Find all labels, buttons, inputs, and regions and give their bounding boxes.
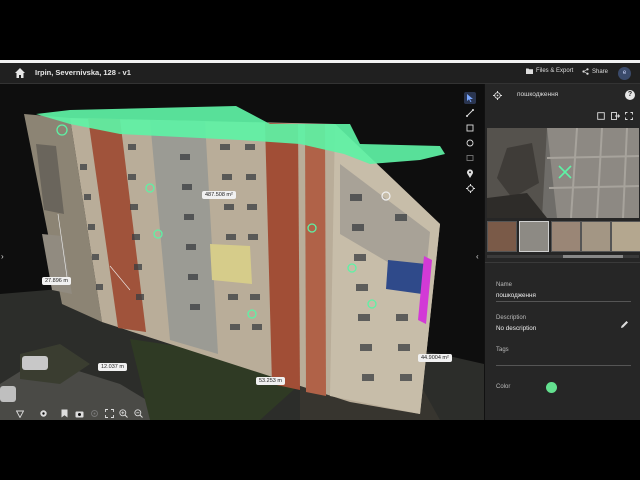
area-measurement-label[interactable]: 487.508 m²: [202, 191, 236, 199]
fit-extent-icon: [104, 409, 114, 418]
export-icon[interactable]: [611, 112, 620, 120]
user-avatar[interactable]: e: [618, 67, 631, 80]
pin-tool-button[interactable]: [464, 167, 476, 179]
thumbnail-scrollbar[interactable]: [487, 255, 639, 258]
edit-pencil-icon[interactable]: [620, 320, 629, 329]
zoom-out-icon: [133, 409, 143, 418]
name-field[interactable]: пошкодження: [496, 292, 536, 299]
camera-icon: [75, 411, 83, 417]
name-underline: [496, 301, 631, 302]
expand-icon[interactable]: [625, 112, 633, 120]
circle-icon: [466, 139, 474, 147]
volume-tool-button[interactable]: [464, 152, 476, 164]
files-export-label: Files & Export: [536, 68, 574, 74]
color-label: Color: [496, 384, 511, 390]
photo-thumbnail[interactable]: [551, 221, 581, 252]
chevron-left-icon[interactable]: ›: [1, 252, 4, 261]
files-export-button[interactable]: Files & Export: [526, 68, 573, 74]
fit-view-button[interactable]: [103, 408, 115, 419]
target-icon: [90, 410, 98, 417]
height-measurement-label[interactable]: 27.896 m: [42, 277, 71, 285]
app-window: Irpin, Severnivska, 128 - v1 Files & Exp…: [0, 63, 640, 420]
annotation-photo[interactable]: [487, 128, 639, 218]
home-icon[interactable]: [14, 67, 26, 79]
annotation-panel: пошкодження ? Name пошкодження Descripti…: [484, 84, 640, 420]
area-tool-button[interactable]: [464, 122, 476, 134]
distance-measurement-label[interactable]: 12.037 m: [98, 363, 127, 371]
letterbox-top: [0, 0, 640, 60]
crosshair-icon: [493, 91, 502, 100]
crosshair-icon: [465, 183, 475, 193]
bookmark-button[interactable]: [58, 408, 70, 419]
description-label: Description: [496, 315, 527, 321]
photo-thumbnail[interactable]: [581, 221, 611, 252]
settings-button[interactable]: [37, 408, 49, 419]
divider: [485, 262, 640, 263]
circle-tool-button[interactable]: [464, 137, 476, 149]
project-title: Irpin, Severnivska, 128 - v1: [35, 68, 131, 77]
annotation-title: пошкодження: [517, 91, 559, 98]
car: [22, 356, 48, 370]
line-tool-button[interactable]: [464, 107, 476, 119]
zoom-in-button[interactable]: [117, 408, 129, 419]
photo-thumbnail[interactable]: [487, 221, 517, 252]
share-button[interactable]: Share: [582, 68, 608, 75]
ruler-line-icon: [466, 109, 474, 117]
map-pin-icon: [467, 168, 473, 178]
color-swatch[interactable]: [546, 382, 557, 393]
app-header: Irpin, Severnivska, 128 - v1 Files & Exp…: [0, 63, 640, 84]
area-measurement-label-2[interactable]: 44.9004 m²: [418, 354, 452, 362]
share-icon: [582, 68, 589, 75]
north-button[interactable]: [14, 408, 26, 419]
description-field[interactable]: No description: [496, 325, 536, 332]
tags-input[interactable]: [496, 365, 631, 366]
help-icon[interactable]: ?: [625, 90, 635, 100]
folder-icon: [526, 68, 533, 74]
target-button[interactable]: [88, 408, 100, 419]
tags-label: Tags: [496, 347, 509, 353]
photo-thumbnail[interactable]: [519, 221, 549, 252]
bookmark-icon: [61, 409, 67, 418]
compass-icon: [16, 410, 24, 418]
polygon-area-icon: [466, 124, 474, 132]
cursor-icon: [467, 94, 473, 102]
locate-tool-button[interactable]: [464, 182, 476, 194]
gear-icon: [39, 410, 47, 417]
share-label: Share: [592, 68, 609, 75]
distance-measurement-label-2[interactable]: 53.253 m: [256, 377, 285, 385]
zoom-out-button[interactable]: [132, 408, 144, 419]
video-frame: Irpin, Severnivska, 128 - v1 Files & Exp…: [0, 0, 640, 480]
3d-viewport[interactable]: 487.508 m² 27.896 m 12.037 m 53.253 m 44…: [0, 84, 484, 420]
select-tool-button[interactable]: [464, 92, 476, 104]
screenshot-button[interactable]: [73, 408, 85, 419]
box-icon: [466, 155, 474, 161]
zoom-in-icon: [118, 409, 128, 418]
letterbox-bottom: [0, 420, 640, 480]
fullscreen-square-icon[interactable]: [597, 112, 605, 120]
photo-thumbnail[interactable]: [611, 221, 640, 252]
name-label: Name: [496, 282, 513, 288]
building-3d-model: [0, 106, 484, 420]
chevron-right-icon[interactable]: ‹: [476, 252, 479, 261]
